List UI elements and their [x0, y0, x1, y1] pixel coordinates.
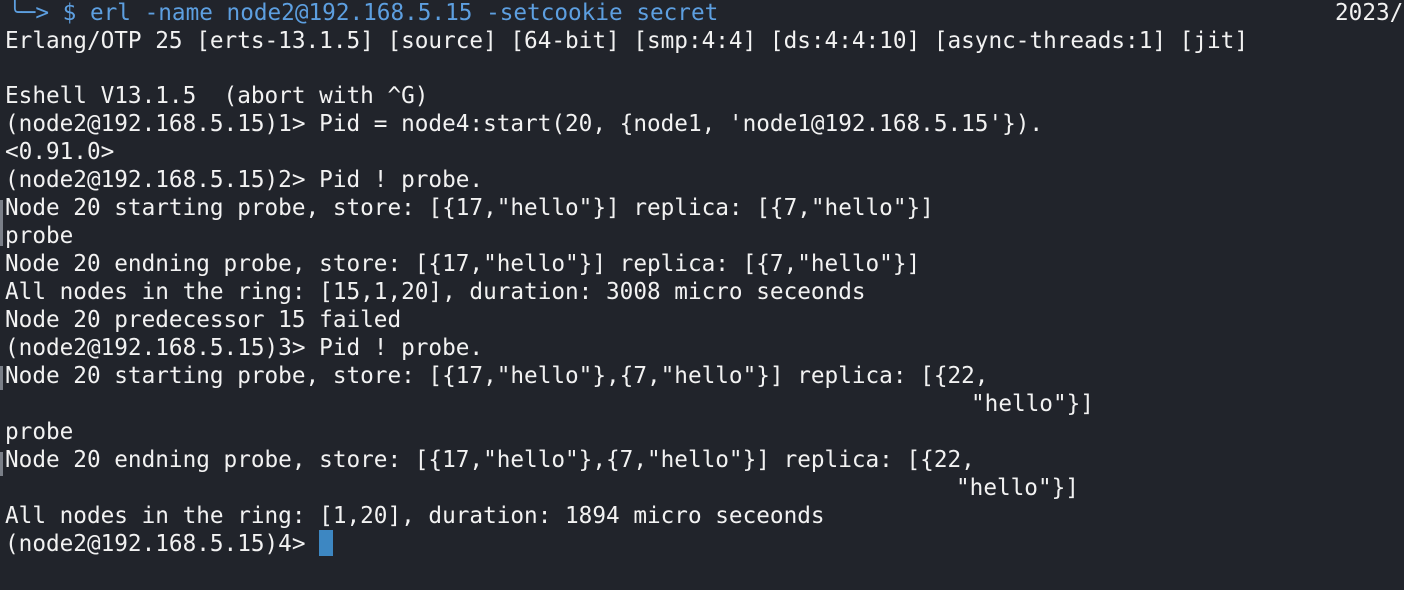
output-line: Node 20 starting probe, store: [{17,"hel… [5, 363, 989, 389]
output-line: (node2@192.168.5.15)2> Pid ! probe. [5, 167, 484, 193]
shell-command-line: ╰─> $ erl -name node2@192.168.5.15 -setc… [8, 0, 719, 26]
output-line: All nodes in the ring: [1,20], duration:… [5, 503, 825, 529]
output-line: Erlang/OTP 25 [erts-13.1.5] [source] [64… [5, 28, 1248, 54]
prompt-line[interactable]: (node2@192.168.5.15)4> [5, 530, 334, 558]
output-line: Eshell V13.1.5 (abort with ^G) [5, 83, 429, 109]
output-line: Node 20 endning probe, store: [{17,"hell… [5, 447, 975, 473]
shell-prompt: (node2@192.168.5.15)4> [5, 531, 320, 557]
output-line: (node2@192.168.5.15)3> Pid ! probe. [5, 335, 484, 361]
output-line: Node 20 predecessor 15 failed [5, 307, 402, 333]
output-line: (node2@192.168.5.15)1> Pid = node4:start… [5, 111, 1044, 137]
output-line: "hello"}] [956, 475, 1079, 501]
output-line: <0.91.0> [5, 139, 115, 165]
output-line: Node 20 endning probe, store: [{17,"hell… [5, 251, 921, 277]
selection-marker [0, 200, 3, 246]
output-line: All nodes in the ring: [15,1,20], durati… [5, 279, 866, 305]
output-line: "hello"}] [971, 391, 1094, 417]
terminal-window[interactable]: ╰─> $ erl -name node2@192.168.5.15 -setc… [0, 0, 1404, 590]
output-line: probe [5, 223, 74, 249]
date-fragment: 2023/ [1335, 0, 1404, 26]
output-line: probe [5, 419, 74, 445]
selection-marker [0, 366, 3, 390]
selection-marker [0, 452, 3, 476]
output-line: Node 20 starting probe, store: [{17,"hel… [5, 195, 934, 221]
text-cursor [319, 530, 334, 556]
